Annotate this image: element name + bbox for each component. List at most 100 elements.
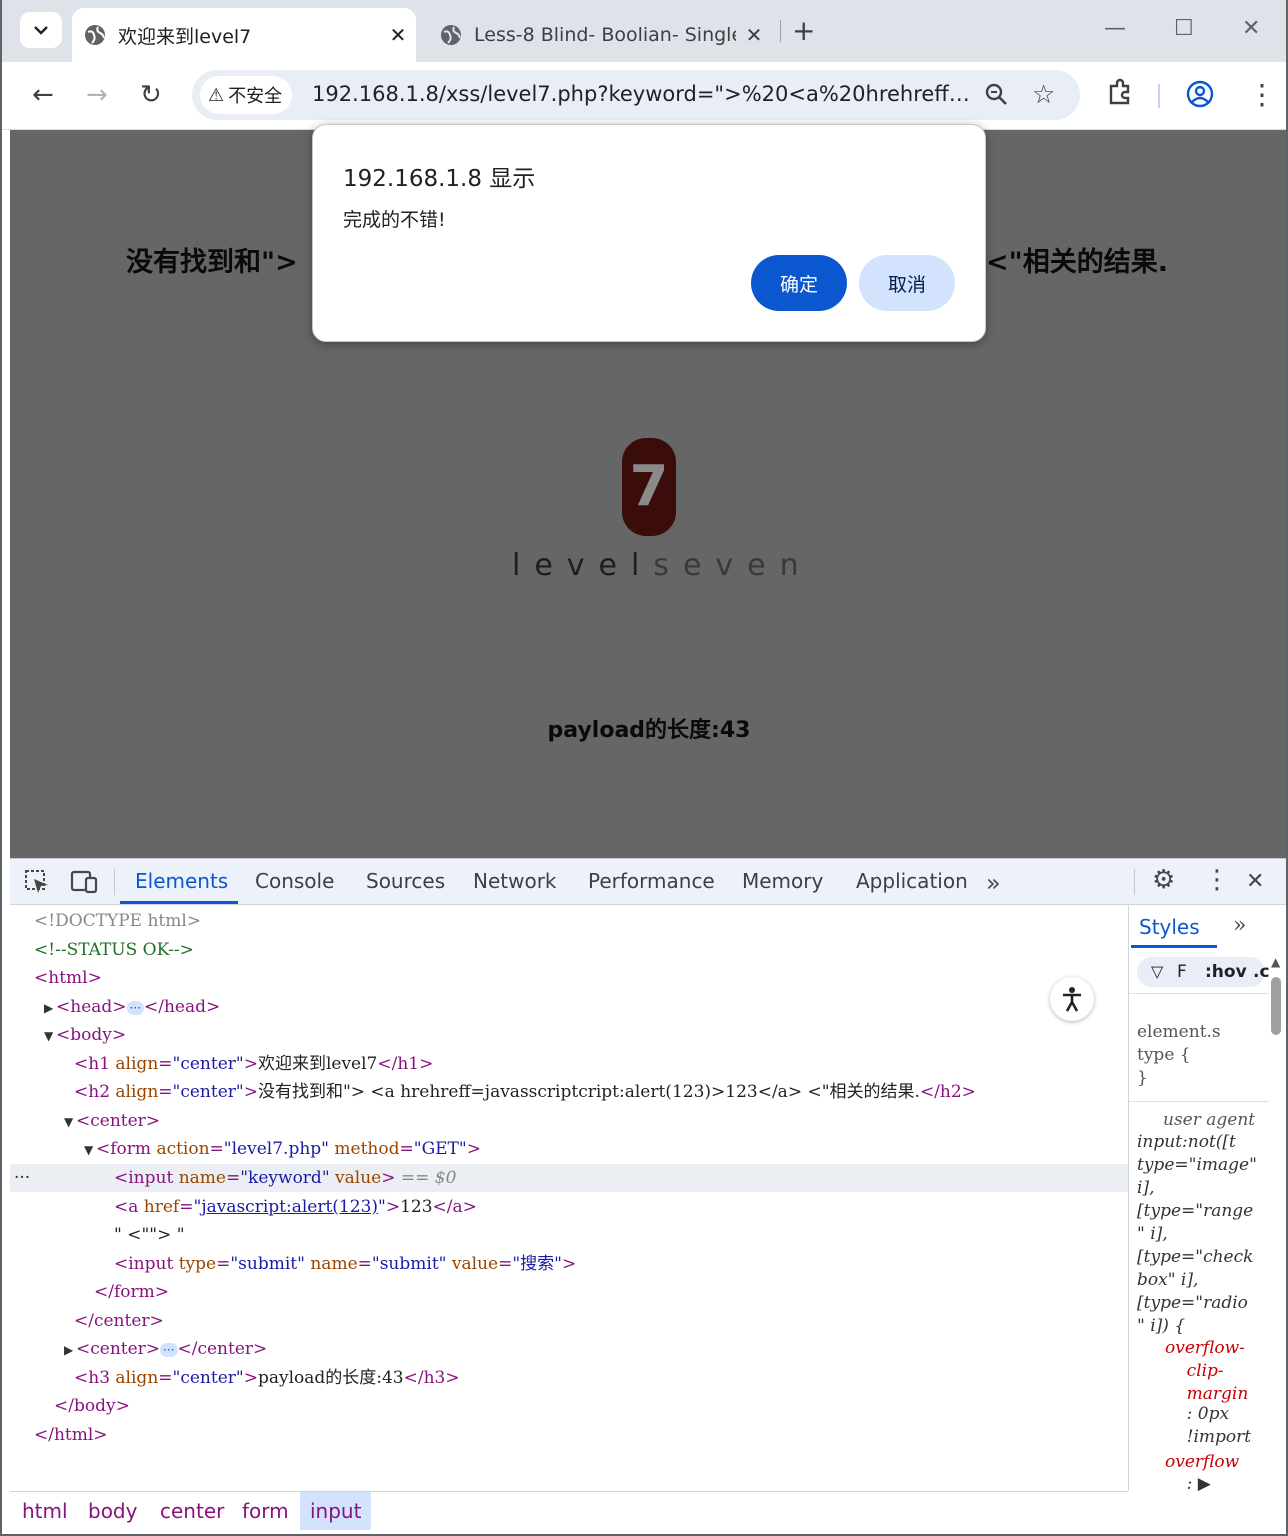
collapse-triangle-icon[interactable]: ▼ — [64, 1108, 76, 1136]
close-window-icon[interactable]: ✕ — [1242, 16, 1260, 41]
chevron-down-icon — [34, 26, 48, 35]
breadcrumb-form[interactable]: form — [238, 1492, 293, 1530]
tab-performance[interactable]: Performance — [588, 869, 715, 893]
collapse-triangle-icon[interactable]: ▼ — [44, 1022, 56, 1050]
ua-selector[interactable]: input:not([t type="image" i], [type="ran… — [1137, 1131, 1257, 1338]
dom-doctype[interactable]: <!DOCTYPE html> — [10, 907, 1128, 935]
menu-kebab-icon[interactable]: ⋮ — [1248, 78, 1276, 111]
collapse-triangle-icon[interactable]: ▼ — [84, 1136, 96, 1164]
comment-text: <!--STATUS OK--> — [34, 940, 194, 960]
cls-toggle[interactable]: .c — [1253, 957, 1270, 987]
dom-center[interactable]: ▼ <center> — [10, 1107, 1128, 1135]
dom-html[interactable]: <html> — [10, 964, 1128, 992]
devtools-menu-icon[interactable]: ⋮ — [1204, 865, 1230, 895]
tab-network[interactable]: Network — [473, 869, 557, 893]
tab-less8[interactable]: Less-8 Blind- Boolian- Single ✕ — [428, 8, 772, 62]
dom-center-close[interactable]: </center> — [10, 1307, 1128, 1335]
row-menu-icon[interactable]: ··· — [14, 1164, 30, 1192]
tab-sources[interactable]: Sources — [366, 869, 445, 893]
breadcrumb-body[interactable]: body — [84, 1492, 141, 1530]
h2-text: 没有找到和"> <a hrehreff=javasscriptcript:ale… — [257, 1082, 920, 1102]
tab-level7[interactable]: 欢迎来到level7 ✕ — [72, 8, 416, 62]
dom-h3[interactable]: <h3 align="center">payload的长度:43</h3> — [10, 1364, 1128, 1392]
devtools-panel: Elements Console Sources Network Perform… — [10, 858, 1288, 1536]
tab-application[interactable]: Application — [856, 869, 968, 893]
dom-input-keyword[interactable]: ··· <input name="keyword" value> == $0 — [10, 1164, 1128, 1192]
bookmark-star-icon[interactable]: ☆ — [1032, 80, 1055, 110]
dom-h1[interactable]: <h1 align="center">欢迎来到level7</h1> — [10, 1050, 1128, 1078]
text-node: " <""> " — [114, 1225, 185, 1245]
user-agent-label: user agent — [1163, 1110, 1256, 1130]
tab-elements[interactable]: Elements — [135, 869, 228, 893]
ellipsis-icon[interactable]: ··· — [126, 1000, 144, 1015]
url-text[interactable]: 192.168.1.8/xss/level7.php?keyword=">%20… — [312, 82, 972, 106]
filter-placeholder: F — [1177, 962, 1187, 982]
body-open-tag: <body> — [56, 1025, 127, 1045]
dom-form-close[interactable]: </form> — [10, 1278, 1128, 1306]
dom-form[interactable]: ▼ <form action="level7.php" method="GET"> — [10, 1135, 1128, 1163]
submit-name: submit — [379, 1254, 439, 1274]
breadcrumb-center[interactable]: center — [156, 1492, 228, 1530]
styles-scrollbar[interactable] — [1271, 977, 1281, 1035]
dom-body[interactable]: ▼ <body> — [10, 1021, 1128, 1049]
toolbar-divider — [1158, 84, 1160, 108]
dom-center-2[interactable]: ▶ <center> ··· </center> — [10, 1335, 1128, 1363]
dom-body-close[interactable]: </body> — [10, 1392, 1128, 1420]
styles-tab-indicator — [1131, 945, 1217, 948]
hov-toggle[interactable]: :hov — [1205, 957, 1247, 987]
browser-toolbar: ← → ↻ ⚠ 不安全 192.168.1.8/xss/level7.php?k… — [0, 62, 1288, 130]
accessibility-tree-icon[interactable] — [1050, 977, 1094, 1021]
more-panes-icon[interactable]: » — [1233, 913, 1246, 938]
expand-triangle-icon[interactable]: ▶ — [64, 1336, 76, 1364]
css-prop-overflow-clip-margin[interactable]: overflow- clip- margin — [1165, 1337, 1248, 1406]
devtools-divider — [114, 869, 115, 895]
tab-styles[interactable]: Styles — [1139, 915, 1200, 939]
tab-console[interactable]: Console — [255, 869, 334, 893]
level7-logo-digit: 7 — [622, 438, 676, 536]
globe-icon — [85, 25, 105, 45]
security-chip[interactable]: ⚠ 不安全 — [200, 76, 292, 114]
new-tab-icon[interactable]: + — [792, 14, 815, 47]
dom-html-close[interactable]: </html> — [10, 1421, 1128, 1449]
close-tab-icon[interactable]: ✕ — [380, 23, 416, 47]
dom-input-submit[interactable]: <input type="submit" name="submit" value… — [10, 1250, 1128, 1278]
tab-memory[interactable]: Memory — [742, 869, 823, 893]
close-tab-icon[interactable]: ✕ — [736, 23, 772, 47]
scroll-up-icon[interactable]: ▲ — [1271, 955, 1280, 969]
ok-button[interactable]: 确定 — [751, 255, 847, 311]
minimize-icon[interactable]: — — [1104, 16, 1126, 41]
dom-a[interactable]: <a href="javascript:alert(123)">123</a> — [10, 1193, 1128, 1221]
breadcrumb-input[interactable]: input — [300, 1492, 372, 1530]
extensions-icon[interactable] — [1106, 78, 1134, 113]
css-val-overflow-clip-margin: : 0px !import — [1186, 1404, 1252, 1447]
close-devtools-icon[interactable]: ✕ — [1246, 869, 1264, 894]
profile-icon[interactable] — [1186, 80, 1214, 115]
address-bar[interactable]: ⚠ 不安全 192.168.1.8/xss/level7.php?keyword… — [192, 70, 1080, 120]
tab-search-button[interactable] — [20, 12, 62, 48]
a-href-link[interactable]: javascript:alert(123) — [201, 1197, 378, 1217]
more-tabs-icon[interactable]: » — [986, 869, 1001, 897]
dom-head[interactable]: ▶ <head> ··· </head> — [10, 993, 1128, 1021]
reload-icon[interactable]: ↻ — [140, 80, 162, 110]
settings-gear-icon[interactable]: ⚙ — [1152, 865, 1175, 895]
device-toolbar-icon[interactable] — [70, 869, 98, 901]
expand-triangle-icon[interactable]: ▶ — [44, 994, 56, 1022]
dom-h2[interactable]: <h2 align="center">没有找到和"> <a hrehreff=j… — [10, 1078, 1128, 1106]
css-prop-overflow[interactable]: overflow — [1165, 1451, 1239, 1474]
forward-icon[interactable]: → — [86, 80, 108, 110]
cancel-button[interactable]: 取消 — [859, 255, 955, 311]
back-icon[interactable]: ← — [32, 80, 54, 110]
ellipsis-icon[interactable]: ··· — [160, 1342, 178, 1357]
css-val-overflow: : ▶ clip — [1186, 1474, 1211, 1491]
maximize-icon[interactable]: ☐ — [1174, 16, 1194, 41]
element-style-rule[interactable]: element.s type { } — [1137, 1021, 1221, 1090]
head-close-tag: </head> — [143, 997, 221, 1017]
styles-filter-input[interactable]: ▽ F :hov .c — [1137, 957, 1270, 987]
dom-comment[interactable]: <!--STATUS OK--> — [10, 936, 1128, 964]
breadcrumb-html[interactable]: html — [18, 1492, 72, 1530]
result-heading-right: <"相关的结果. — [986, 247, 1168, 278]
zoom-icon[interactable] — [984, 82, 1008, 112]
inspect-element-icon[interactable] — [24, 869, 50, 901]
dom-text-node[interactable]: " <""> " — [10, 1221, 1128, 1249]
alert-dialog: 192.168.1.8 显示 完成的不错! 确定 取消 — [312, 124, 986, 342]
